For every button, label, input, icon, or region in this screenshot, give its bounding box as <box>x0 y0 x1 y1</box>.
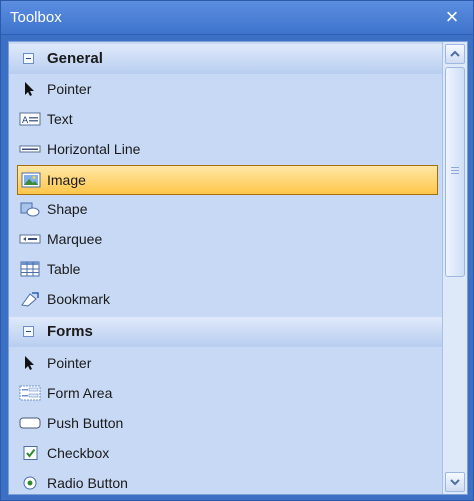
item-label: Image <box>47 172 86 188</box>
item-label: Bookmark <box>47 291 111 307</box>
toolbox-item-radio-button[interactable]: Radio Button <box>9 468 442 494</box>
toolbox-list: General Pointer A Text Horizontal Line I… <box>9 42 442 494</box>
image-icon <box>20 172 42 188</box>
checkbox-icon <box>19 445 41 461</box>
item-label: Form Area <box>47 385 113 401</box>
item-label: Checkbox <box>47 445 110 461</box>
toolbox-panel: General Pointer A Text Horizontal Line I… <box>8 41 468 495</box>
title-bar[interactable]: Toolbox × <box>1 1 473 35</box>
horizontal-line-icon <box>19 141 41 157</box>
toolbox-item-text[interactable]: A Text <box>9 104 442 134</box>
toolbox-item-push-button[interactable]: Push Button <box>9 408 442 438</box>
push-button-icon <box>19 415 41 431</box>
toolbox-item-form-area[interactable]: Form Area <box>9 378 442 408</box>
toolbox-item-table[interactable]: Table <box>9 254 442 284</box>
scroll-up-button[interactable] <box>445 44 465 64</box>
toolbox-item-marquee[interactable]: Marquee <box>9 224 442 254</box>
toolbox-item-image[interactable]: Image <box>17 165 438 195</box>
scroll-down-button[interactable] <box>445 472 465 492</box>
svg-text:A: A <box>22 116 29 126</box>
collapse-icon[interactable] <box>23 326 34 337</box>
scrollbar-thumb[interactable] <box>445 67 465 277</box>
category-label: General <box>47 50 103 67</box>
toolbox-item-horizontal-line[interactable]: Horizontal Line <box>9 134 442 164</box>
toolbox-window: Toolbox × General Pointer A Text Horizon… <box>0 0 474 501</box>
grip-line <box>451 167 459 168</box>
window-title: Toolbox <box>10 9 62 26</box>
vertical-scrollbar[interactable] <box>442 42 467 494</box>
toolbox-item-pointer[interactable]: Pointer <box>9 348 442 378</box>
grip-line <box>451 173 459 174</box>
category-label: Forms <box>47 323 93 340</box>
item-label: Table <box>47 261 81 277</box>
item-label: Text <box>47 111 73 127</box>
radio-button-icon <box>19 475 41 491</box>
chevron-up-icon <box>450 50 460 57</box>
item-label: Pointer <box>47 81 92 97</box>
toolbox-item-checkbox[interactable]: Checkbox <box>9 438 442 468</box>
item-label: Radio Button <box>47 475 128 491</box>
item-label: Push Button <box>47 415 124 431</box>
item-label: Marquee <box>47 231 103 247</box>
item-label: Pointer <box>47 355 92 371</box>
form-area-icon <box>19 385 41 401</box>
table-icon <box>19 261 41 277</box>
text-icon: A <box>19 111 41 127</box>
close-button[interactable]: × <box>441 5 463 29</box>
collapse-icon[interactable] <box>23 53 34 64</box>
toolbox-item-shape[interactable]: Shape <box>9 194 442 224</box>
marquee-icon <box>19 231 41 247</box>
chevron-down-icon <box>450 479 460 486</box>
pointer-icon <box>19 355 41 371</box>
toolbox-item-pointer[interactable]: Pointer <box>9 74 442 104</box>
category-header-general[interactable]: General <box>9 44 442 74</box>
bookmark-icon <box>19 291 41 307</box>
shape-icon <box>19 201 41 217</box>
pointer-icon <box>19 81 41 97</box>
toolbox-item-bookmark[interactable]: Bookmark <box>9 284 442 314</box>
item-label: Horizontal Line <box>47 141 141 157</box>
item-label: Shape <box>47 201 88 217</box>
category-header-forms[interactable]: Forms <box>9 317 442 347</box>
grip-line <box>451 170 459 171</box>
